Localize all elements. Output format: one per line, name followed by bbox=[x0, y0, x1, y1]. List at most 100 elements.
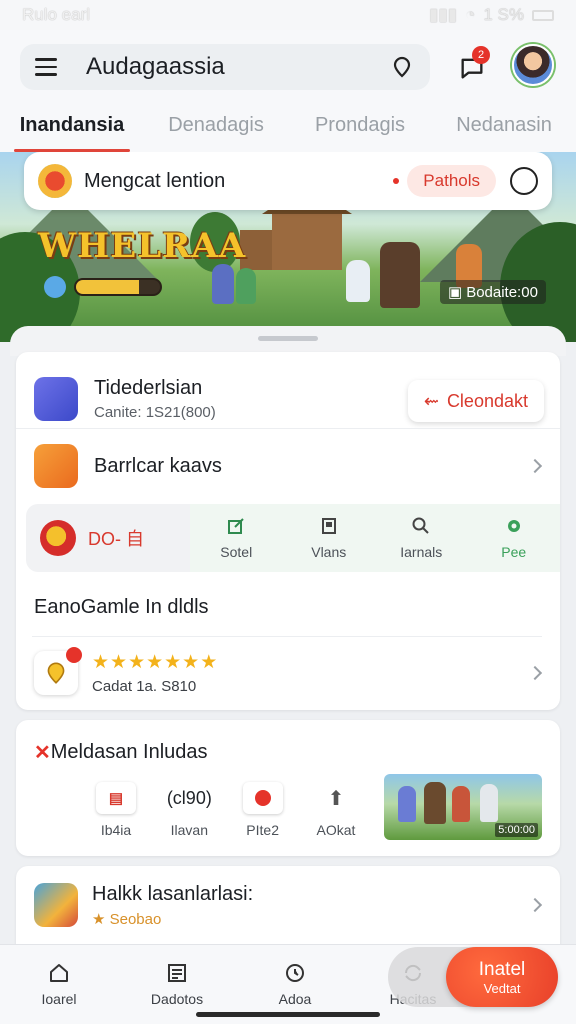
action-vlans[interactable]: Vlans bbox=[283, 504, 376, 572]
download-button[interactable]: ⇜ Cleondakt bbox=[407, 380, 544, 422]
action-buttons: Sotel Vlans Iarnals Pee bbox=[190, 504, 560, 572]
action-iarnals[interactable]: Iarnals bbox=[375, 504, 468, 572]
banner-character bbox=[212, 264, 234, 304]
promo-title: Mengcat lention bbox=[84, 169, 226, 192]
status-bar: Rulo earl ▮▮▮ ◔ 1 S% bbox=[0, 0, 576, 30]
chat-bubble-icon[interactable] bbox=[510, 167, 538, 195]
thumb-character bbox=[452, 786, 470, 822]
rating-badge bbox=[34, 647, 82, 695]
promo-game-icon bbox=[38, 164, 72, 198]
game-logo: WHELRAA bbox=[38, 226, 247, 266]
menu-icon[interactable] bbox=[24, 44, 68, 90]
app-icon bbox=[34, 377, 78, 421]
fab-subtitle: Vedtat bbox=[483, 980, 521, 996]
action-sotel[interactable]: Sotel bbox=[190, 504, 283, 572]
banner-hut bbox=[262, 184, 352, 270]
banner-hero bbox=[380, 242, 420, 308]
chevron-right-icon bbox=[527, 665, 543, 681]
featured-game-icon bbox=[34, 883, 78, 927]
search-icon bbox=[412, 517, 429, 534]
home-indicator[interactable] bbox=[196, 1012, 380, 1017]
fab-title: Inatel bbox=[478, 958, 526, 980]
featured-card[interactable]: Halkk lasanlarlasi: ★ Seobao bbox=[16, 866, 560, 956]
card-item[interactable]: ⬆ AOkat bbox=[306, 782, 366, 839]
quick-action-main[interactable]: DO- 自 bbox=[26, 504, 190, 572]
featured-row[interactable]: Halkk lasanlarlasi: ★ Seobao bbox=[16, 880, 560, 930]
promo-card[interactable]: Mengcat lention Pathols bbox=[24, 152, 552, 210]
quick-actions: DO- 自 Sotel Vlans Iarnals Pee bbox=[26, 504, 560, 572]
divider bbox=[32, 636, 542, 637]
news-icon bbox=[168, 964, 186, 982]
tab-inandansia[interactable]: Inandansia bbox=[0, 104, 144, 152]
arrow-up-icon: ⬆ bbox=[327, 787, 345, 810]
list-item[interactable]: Barrlcar kaavs bbox=[16, 434, 560, 498]
app-subtitle: Canite: 1S21(800) bbox=[94, 404, 216, 421]
gear-icon bbox=[507, 520, 520, 532]
chevron-right-icon bbox=[527, 458, 543, 474]
card-item-value: (cl90) bbox=[166, 787, 212, 808]
messages-icon[interactable]: 2 bbox=[452, 46, 492, 88]
divider bbox=[16, 428, 560, 429]
chevron-right-icon bbox=[527, 897, 543, 913]
score-box: ▣ Bodaite:00 bbox=[440, 280, 546, 304]
tab-prondagis[interactable]: Prondagis bbox=[288, 104, 432, 152]
card-items: ▤ Ib4ia (cl90) Ilavan PIte2 ⬆ AOkat bbox=[86, 782, 366, 838]
energy-icon bbox=[44, 276, 66, 298]
card-item[interactable]: ▤ Ib4ia bbox=[86, 782, 146, 838]
game-thumbnail[interactable]: 5:00:00 bbox=[384, 774, 542, 840]
featured-title: Halkk lasanlarlasi: bbox=[92, 882, 254, 905]
action-label: Vlans bbox=[311, 544, 347, 560]
action-pee[interactable]: Pee bbox=[468, 504, 561, 572]
tab-denadagis[interactable]: Denadagis bbox=[144, 104, 288, 152]
shield-icon bbox=[34, 444, 78, 488]
card-header: ✕ Meldasan Inludas bbox=[34, 740, 208, 765]
sheet-drag-handle[interactable] bbox=[258, 336, 318, 341]
trophy-icon: ▣ bbox=[448, 284, 463, 301]
location-pin-icon[interactable] bbox=[382, 47, 422, 87]
quick-action-main-label: DO- 自 bbox=[88, 529, 144, 549]
section-title: EanoGamle In dldls bbox=[34, 596, 209, 618]
energy-fill bbox=[76, 280, 139, 294]
app-row[interactable]: Tidederlsian Canite: 1S21(800) ⇜ Cleonda… bbox=[16, 364, 560, 434]
card-title: Meldasan Inludas bbox=[50, 741, 208, 763]
avatar[interactable] bbox=[512, 44, 554, 86]
app-title: Tidederlsian bbox=[94, 377, 203, 399]
wifi-icon: ◔ bbox=[465, 5, 476, 24]
home-icon bbox=[50, 964, 68, 982]
energy-meter bbox=[44, 276, 162, 298]
card-item[interactable]: (cl90) Ilavan bbox=[159, 782, 219, 839]
heart-icon bbox=[242, 782, 283, 814]
floating-action-button[interactable]: Inatel Vedtat bbox=[446, 947, 558, 1007]
search-bar[interactable]: Audagaassia bbox=[20, 44, 430, 90]
clock-icon bbox=[286, 964, 304, 982]
app-title: Audagaassia bbox=[86, 53, 225, 80]
rating-stars: ★★★★★★★ bbox=[92, 652, 219, 673]
thumb-character bbox=[398, 786, 416, 822]
card-item-label: PIte2 bbox=[246, 822, 279, 838]
game-banner[interactable]: WHELRAA ▣ Bodaite:00 Mengcat lention Pat… bbox=[0, 152, 576, 342]
nav-label: Ioarel bbox=[41, 991, 77, 1007]
edit-icon bbox=[228, 518, 244, 534]
document-icon bbox=[321, 518, 336, 534]
promo-dot bbox=[393, 178, 400, 184]
app-details-card: Tidederlsian Canite: 1S21(800) ⇜ Cleonda… bbox=[16, 352, 560, 710]
action-label: Sotel bbox=[220, 544, 253, 560]
card-item-label: Ib4ia bbox=[100, 822, 132, 838]
notification-badge: 2 bbox=[472, 46, 490, 64]
download-label: Cleondakt bbox=[446, 390, 528, 411]
nav-home[interactable]: Ioarel bbox=[0, 945, 118, 1024]
signal-icon: ▮▮▮ bbox=[429, 5, 458, 24]
promo-pill-button[interactable]: Pathols bbox=[407, 165, 496, 197]
top-bar: Audagaassia 2 Inandansia Denadagis Prond… bbox=[0, 30, 576, 152]
close-x-icon: ✕ bbox=[34, 742, 51, 764]
energy-bar bbox=[74, 278, 162, 296]
rating-row[interactable]: ★★★★★★★ Cadat 1a. S810 bbox=[16, 642, 560, 704]
coin-icon bbox=[40, 520, 76, 556]
action-label: Pee bbox=[501, 544, 527, 560]
battery-text: 1 S% bbox=[483, 5, 524, 24]
tab-nedanasin[interactable]: Nedanasin bbox=[432, 104, 576, 152]
thumb-label: 5:00:00 bbox=[495, 823, 538, 837]
thumb-character bbox=[424, 782, 446, 824]
rating-text: Cadat 1a. S810 bbox=[92, 678, 197, 695]
card-item[interactable]: PIte2 bbox=[233, 782, 293, 838]
